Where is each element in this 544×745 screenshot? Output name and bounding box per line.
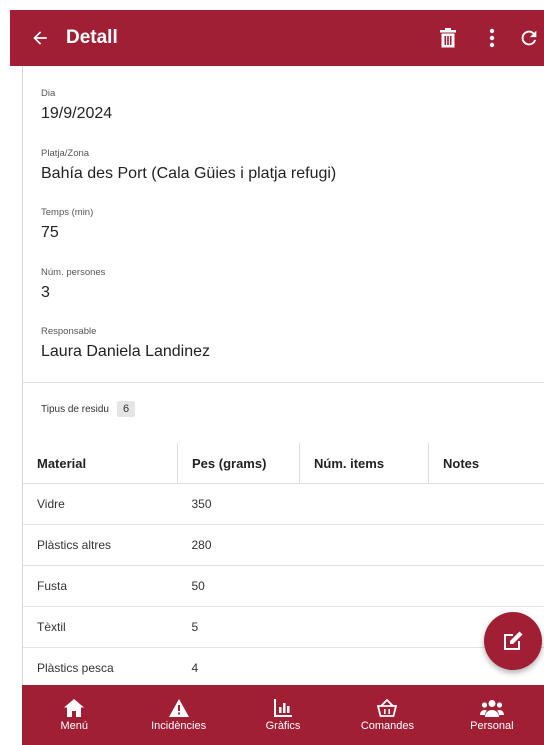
edit-icon	[504, 631, 523, 650]
divider	[23, 382, 544, 383]
nav-item-menu[interactable]: Menú	[22, 685, 126, 745]
field-label: Dia	[41, 88, 56, 99]
cell-items	[299, 524, 429, 566]
more-vert-icon	[489, 28, 495, 48]
bottom-navigation: Menú Incidències Gràfics Comandes Person…	[22, 685, 544, 745]
cell-material: Plàstics pesca	[23, 647, 178, 685]
cell-notes	[428, 524, 544, 566]
delete-button[interactable]	[426, 10, 470, 66]
table-row[interactable]: Vidre 350	[23, 483, 544, 525]
table-row[interactable]: Fusta 50	[23, 565, 544, 607]
cell-material: Plàstics altres	[23, 524, 178, 566]
cell-pes: 4	[177, 647, 300, 685]
nav-item-incidencies[interactable]: Incidències	[126, 685, 230, 745]
basket-icon	[377, 698, 398, 717]
cell-items	[299, 647, 429, 685]
app-bar: Detall	[10, 10, 544, 66]
field-value: 19/9/2024	[41, 105, 113, 122]
tipus-label: Tipus de residu	[41, 403, 109, 415]
cell-pes: 280	[177, 524, 300, 566]
people-icon	[479, 699, 504, 717]
field-value: 75	[41, 224, 59, 241]
nav-label: Personal	[470, 719, 514, 732]
col-material[interactable]: Material	[23, 443, 178, 484]
field-platja: Platja/Zona Bahía des Port (Cala Güies i…	[41, 148, 336, 183]
field-persones: Núm. persones 3	[41, 267, 105, 302]
table-row[interactable]: Plàstics pesca 4	[23, 647, 544, 685]
cell-items	[299, 606, 429, 648]
detail-content: Dia 19/9/2024 Platja/Zona Bahía des Port…	[22, 66, 544, 685]
warning-icon	[168, 698, 189, 717]
field-dia: Dia 19/9/2024	[41, 88, 112, 123]
field-label: Temps (min)	[41, 207, 94, 218]
cell-material: Vidre	[23, 483, 178, 525]
nav-label: Gràfics	[265, 719, 301, 732]
field-value: Laura Daniela Landinez	[41, 343, 211, 360]
nav-item-grafics[interactable]: Gràfics	[231, 685, 335, 745]
col-pes[interactable]: Pes (grams)	[177, 443, 300, 484]
back-button[interactable]	[16, 10, 64, 66]
nav-item-comandes[interactable]: Comandes	[335, 685, 439, 745]
nav-item-personal[interactable]: Personal	[440, 685, 544, 745]
cell-material: Tèxtil	[23, 606, 178, 648]
materials-table: Material Pes (grams) Núm. items Notes Vi…	[23, 443, 544, 685]
field-label: Platja/Zona	[41, 148, 90, 159]
cell-pes: 350	[177, 483, 300, 525]
table-header-row: Material Pes (grams) Núm. items Notes	[23, 443, 544, 484]
nav-label: Comandes	[360, 719, 415, 732]
tipus-count-badge: 6	[117, 401, 136, 417]
home-icon	[64, 698, 85, 717]
cell-notes	[428, 483, 544, 525]
arrow-left-icon	[33, 31, 47, 45]
field-value: 3	[41, 284, 50, 301]
field-label: Núm. persones	[41, 267, 106, 278]
tipus-residu: Tipus de residu 6	[41, 401, 136, 417]
cell-pes: 5	[177, 606, 300, 648]
table-row[interactable]: Tèxtil 5	[23, 606, 544, 648]
field-value: Bahía des Port (Cala Güies i platja refu…	[41, 165, 337, 182]
nav-label: Incidències	[151, 719, 207, 732]
refresh-icon	[521, 30, 537, 46]
refresh-button[interactable]	[514, 10, 544, 66]
cell-notes	[428, 565, 544, 607]
bar-chart-icon	[274, 698, 293, 717]
field-temps: Temps (min) 75	[41, 207, 93, 242]
cell-items	[299, 483, 429, 525]
nav-label: Menú	[60, 719, 88, 732]
more-button[interactable]	[470, 10, 514, 66]
cell-pes: 50	[177, 565, 300, 607]
field-responsable: Responsable Laura Daniela Landinez	[41, 326, 210, 361]
cell-items	[299, 565, 429, 607]
delete-icon	[440, 28, 456, 48]
col-notes[interactable]: Notes	[428, 443, 544, 484]
field-label: Responsable	[41, 326, 97, 337]
cell-material: Fusta	[23, 565, 178, 607]
table-row[interactable]: Plàstics altres 280	[23, 524, 544, 566]
col-items[interactable]: Núm. items	[299, 443, 429, 484]
page-title: Detall	[66, 27, 118, 48]
edit-fab-button[interactable]	[484, 612, 542, 670]
